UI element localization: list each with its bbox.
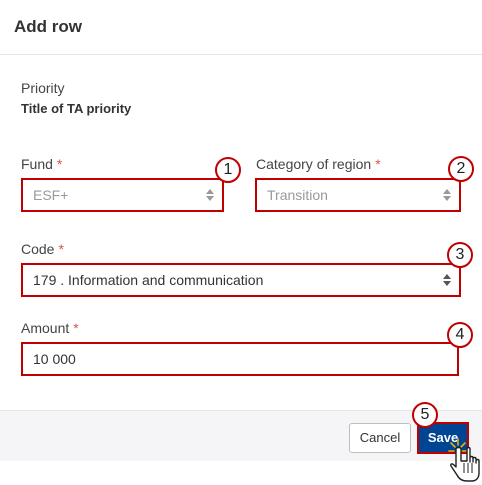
required-mark: * xyxy=(375,156,381,172)
required-mark: * xyxy=(58,241,64,257)
dialog-header: Add row xyxy=(0,0,482,55)
code-label-text: Code xyxy=(21,241,55,257)
fund-select-value: ESF+ xyxy=(33,187,69,203)
sort-arrows-icon xyxy=(443,189,451,201)
callout-3: 3 xyxy=(447,242,473,268)
code-select-value: 179 . Information and communication xyxy=(33,272,264,288)
category-of-region-select[interactable]: Transition xyxy=(255,178,461,212)
callout-2: 2 xyxy=(448,156,474,182)
category-of-region-select-value: Transition xyxy=(267,187,328,203)
priority-label: Priority xyxy=(21,80,65,96)
fund-select[interactable]: ESF+ xyxy=(21,178,224,212)
category-of-region-label-text: Category of region xyxy=(256,156,372,172)
fund-label-text: Fund xyxy=(21,156,53,172)
callout-1: 1 xyxy=(215,157,241,183)
callout-5: 5 xyxy=(412,402,438,428)
required-mark: * xyxy=(73,320,79,336)
required-mark: * xyxy=(56,156,63,172)
callout-4: 4 xyxy=(447,322,473,348)
code-label: Code * xyxy=(21,241,64,257)
sort-arrows-icon xyxy=(206,189,214,201)
cancel-button[interactable]: Cancel xyxy=(349,423,411,453)
category-of-region-label: Category of region * xyxy=(256,156,381,172)
amount-input[interactable]: 10 000 xyxy=(21,342,459,376)
hand-pointer-icon xyxy=(448,438,480,482)
amount-label-text: Amount xyxy=(21,320,70,336)
sort-arrows-icon xyxy=(443,274,451,286)
add-row-dialog: Add row Priority Title of TA priority Fu… xyxy=(0,0,482,485)
code-select[interactable]: 179 . Information and communication xyxy=(21,263,461,297)
fund-label: Fund * xyxy=(21,156,62,172)
amount-label: Amount * xyxy=(21,320,79,336)
amount-input-value: 10 000 xyxy=(33,351,76,367)
priority-value: Title of TA priority xyxy=(21,101,132,116)
dialog-title: Add row xyxy=(14,17,82,36)
